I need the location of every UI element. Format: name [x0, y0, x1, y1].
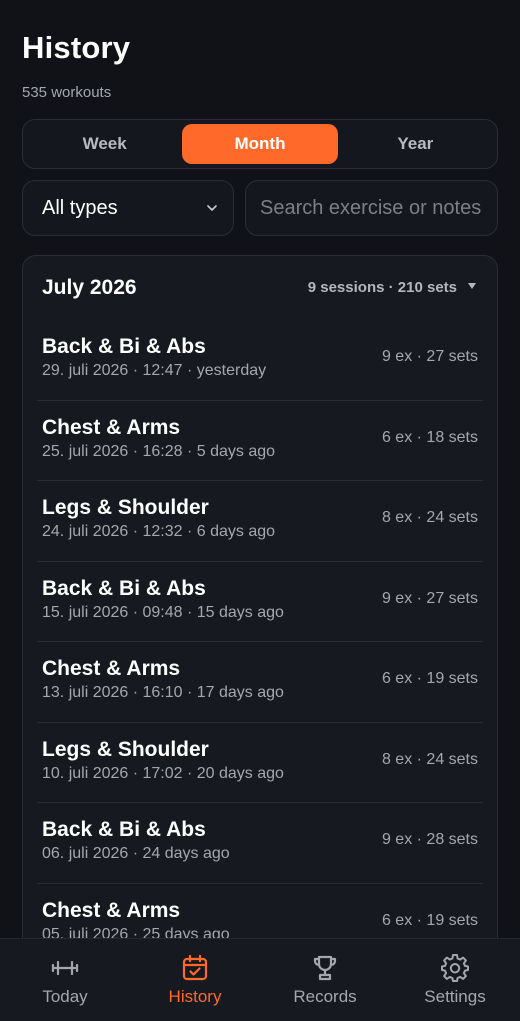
- page-title: History: [22, 30, 131, 65]
- session-summary: 8 ex · 24 sets: [381, 509, 478, 526]
- tab-settings-label: Settings: [424, 987, 486, 1006]
- session-summary: 6 ex · 19 sets: [381, 911, 478, 929]
- session-date: 25. juli 2026 · 16:28 · 5 days ago: [42, 442, 276, 460]
- session-summary: 6 ex · 19 sets: [381, 670, 478, 687]
- session-row[interactable]: Back & Bi & Abs 06. juli 2026 · 24 days …: [37, 803, 483, 884]
- dumbbell-icon: [51, 960, 79, 976]
- month-group-card: July 2026 9 sessions · 210 sets Back & B…: [22, 255, 498, 975]
- session-name: Back & Bi & Abs: [42, 818, 206, 841]
- session-list: Back & Bi & Abs 29. juli 2026 · 12:47 · …: [23, 320, 497, 964]
- tab-history-label: History: [168, 987, 222, 1006]
- chevron-down-icon: [207, 205, 217, 211]
- session-name: Legs & Shoulder: [42, 737, 209, 761]
- workout-count: 535 workouts: [22, 84, 112, 101]
- session-name: Legs & Shoulder: [42, 496, 209, 519]
- month-stats: 9 sessions · 210 sets: [307, 279, 457, 296]
- tab-week[interactable]: Week: [27, 124, 182, 164]
- history-screen: History 535 workouts Week Month Year All…: [0, 0, 520, 1021]
- session-name: Chest & Arms: [42, 898, 181, 922]
- session-summary: 9 ex · 27 sets: [381, 348, 478, 365]
- tab-year[interactable]: Year: [338, 124, 493, 164]
- bottom-tab-bar: Today History Records Settings: [0, 938, 520, 1021]
- session-name: Back & Bi & Abs: [42, 576, 206, 600]
- tab-records[interactable]: Records: [260, 939, 390, 1021]
- session-date: 10. juli 2026 · 17:02 · 20 days ago: [42, 764, 284, 782]
- tab-month[interactable]: Month: [182, 124, 338, 164]
- session-date: 13. juli 2026 · 16:10 · 17 days ago: [42, 684, 284, 701]
- collapse-caret-icon: [468, 283, 476, 289]
- workout-type-value: All types: [42, 196, 118, 219]
- session-row[interactable]: Chest & Arms 13. juli 2026 · 16:10 · 17 …: [37, 642, 483, 723]
- gear-icon: [441, 954, 469, 982]
- session-row[interactable]: Back & Bi & Abs 29. juli 2026 · 12:47 · …: [37, 320, 483, 401]
- session-row[interactable]: Back & Bi & Abs 15. juli 2026 · 09:48 · …: [37, 562, 483, 642]
- session-date: 29. juli 2026 · 12:47 · yesterday: [42, 362, 267, 379]
- session-summary: 6 ex · 18 sets: [381, 428, 478, 446]
- calendar-check-icon: [182, 954, 208, 981]
- session-date: 15. juli 2026 · 09:48 · 15 days ago: [42, 603, 284, 621]
- tab-history[interactable]: History: [130, 939, 260, 1021]
- session-row[interactable]: Legs & Shoulder 10. juli 2026 · 17:02 · …: [37, 723, 483, 803]
- tab-settings[interactable]: Settings: [390, 939, 520, 1021]
- trophy-icon: [313, 955, 337, 981]
- session-summary: 9 ex · 28 sets: [381, 831, 478, 848]
- tab-today[interactable]: Today: [0, 939, 130, 1021]
- period-selector: Week Month Year: [22, 119, 498, 169]
- workout-type-select[interactable]: All types: [22, 180, 234, 236]
- month-title: July 2026: [42, 276, 137, 299]
- session-summary: 9 ex · 27 sets: [381, 589, 478, 607]
- search-box: [245, 180, 498, 236]
- session-name: Chest & Arms: [42, 415, 181, 439]
- session-name: Chest & Arms: [42, 657, 181, 680]
- session-name: Back & Bi & Abs: [42, 335, 206, 358]
- session-row[interactable]: Legs & Shoulder 24. juli 2026 · 12:32 · …: [37, 481, 483, 562]
- tab-records-label: Records: [293, 987, 357, 1006]
- tab-today-label: Today: [42, 987, 88, 1006]
- session-row[interactable]: Chest & Arms 25. juli 2026 · 16:28 · 5 d…: [37, 401, 483, 481]
- session-date: 24. juli 2026 · 12:32 · 6 days ago: [42, 523, 276, 540]
- month-group-header[interactable]: July 2026 9 sessions · 210 sets: [23, 256, 497, 320]
- session-summary: 8 ex · 24 sets: [381, 750, 478, 768]
- search-input[interactable]: [260, 196, 497, 220]
- session-date: 06. juli 2026 · 24 days ago: [42, 845, 230, 862]
